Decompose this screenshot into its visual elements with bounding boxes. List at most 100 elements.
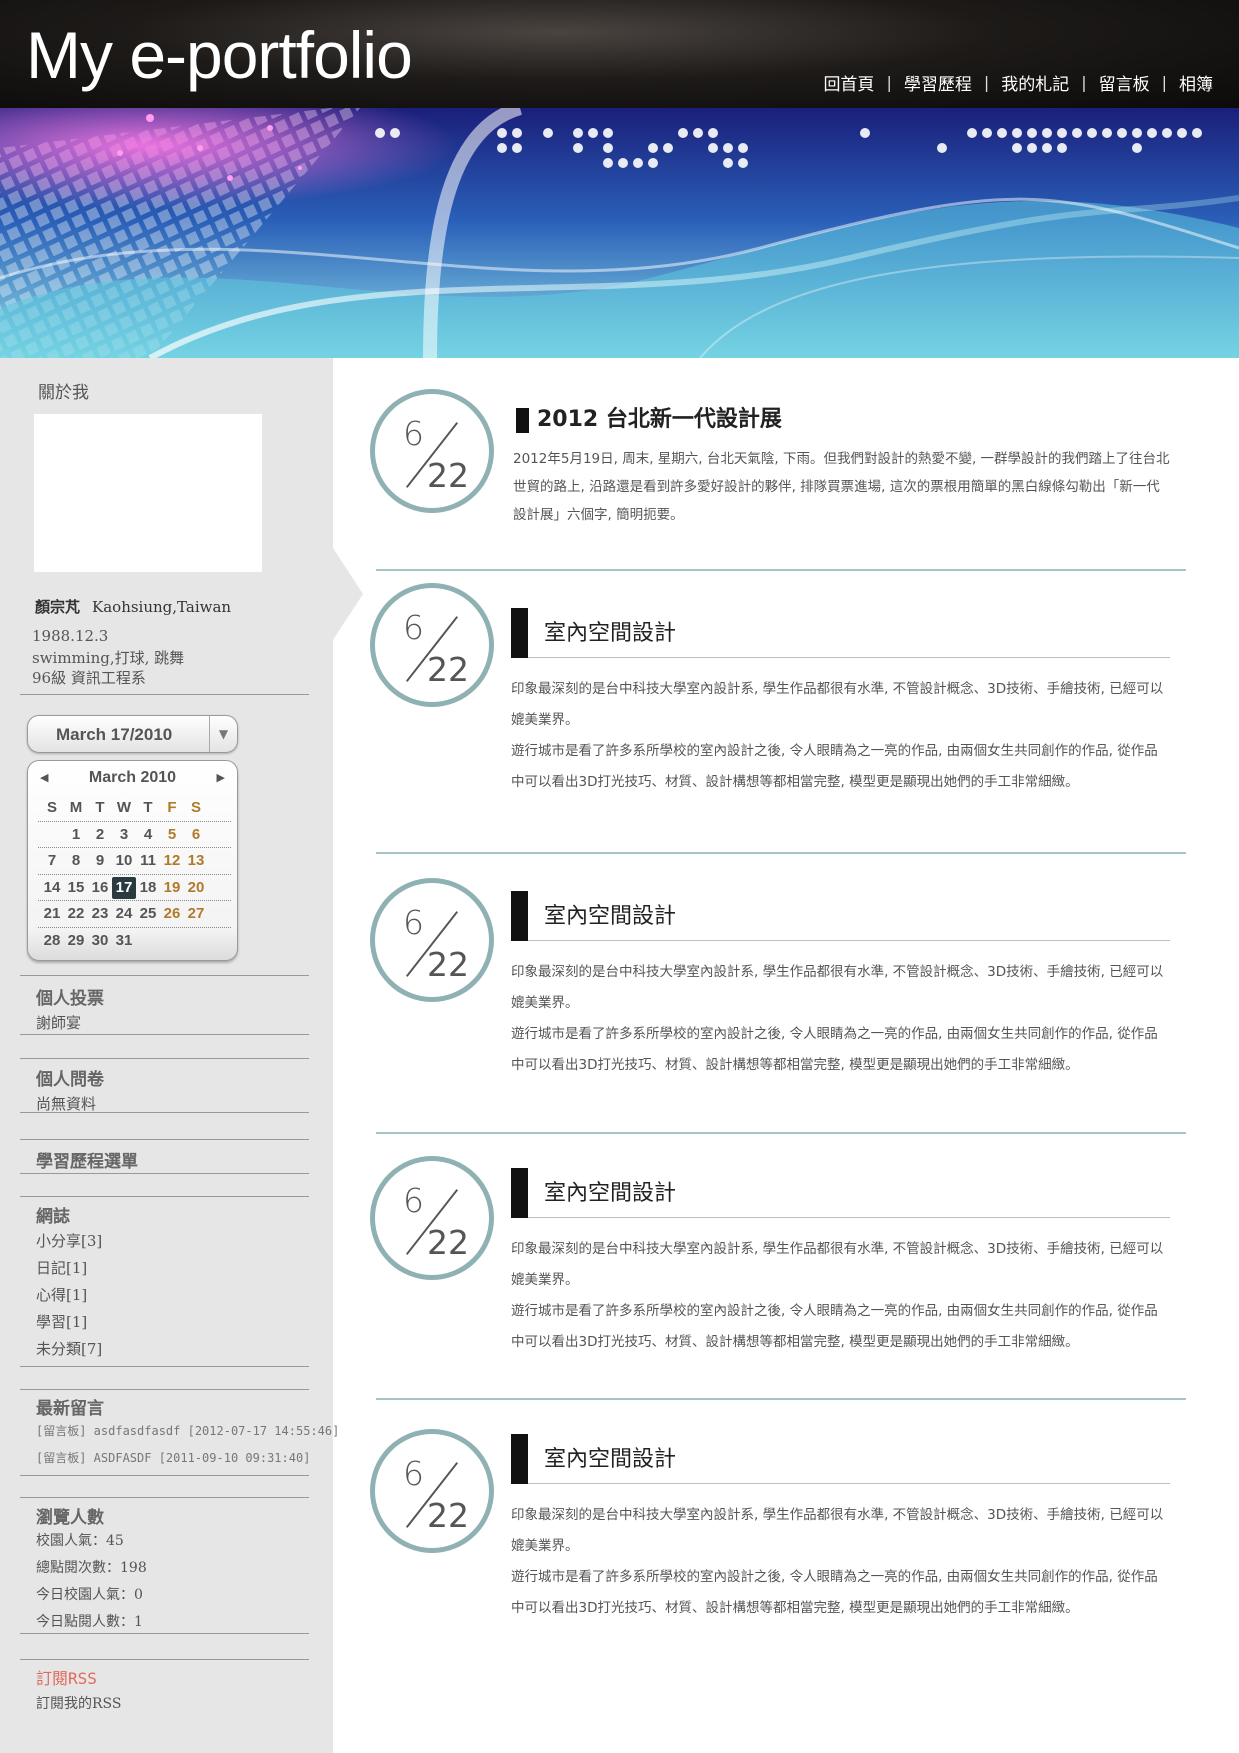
divider — [20, 1389, 309, 1390]
blog-heading: 網誌 — [36, 1207, 70, 1227]
calendar-day[interactable]: 18 — [136, 879, 160, 896]
post-date-badge: 6 22 — [370, 583, 494, 707]
calendar-day[interactable]: 2 — [88, 826, 112, 843]
divider — [20, 1058, 309, 1059]
calendar-day[interactable]: 15 — [64, 879, 88, 896]
calendar-day[interactable]: 6 — [184, 826, 208, 843]
post-paragraph: 印象最深刻的是台中科技大學室內設計系, 學生作品都很有水準, 不管設計概念、3D… — [511, 1241, 1164, 1288]
post-paragraph: 印象最深刻的是台中科技大學室內設計系, 學生作品都很有水準, 不管設計概念、3D… — [511, 1507, 1164, 1554]
calendar-day[interactable]: 24 — [112, 905, 136, 922]
message-link[interactable]: [留言板] ASDFASDF [2011-09-10 09:31:40] — [36, 1449, 310, 1466]
blog-category-link[interactable]: 心得[1] — [36, 1284, 87, 1305]
calendar-day[interactable]: 22 — [64, 905, 88, 922]
calendar-day[interactable]: 11 — [136, 852, 160, 869]
calendar-day[interactable]: 21 — [40, 905, 64, 922]
post-title[interactable]: 2012 台北新一代設計展 — [537, 401, 782, 433]
post-divider — [376, 1132, 1186, 1134]
latest-messages-heading: 最新留言 — [36, 1399, 104, 1419]
blog-category-link[interactable]: 學習[1] — [36, 1311, 87, 1332]
calendar-day[interactable]: 28 — [40, 932, 64, 949]
calendar-day[interactable]: 12 — [160, 852, 184, 869]
calendar-day[interactable]: 7 — [40, 852, 64, 869]
calendar-day[interactable]: 31 — [112, 932, 136, 949]
profile-photo — [34, 414, 262, 572]
calendar-day[interactable]: 26 — [160, 905, 184, 922]
calendar-date-select[interactable]: March 17/2010 ▼ — [27, 715, 238, 753]
post-title[interactable]: 室內空間設計 — [544, 1441, 676, 1473]
site-header: My e-portfolio 回首頁 | 學習歷程 | 我的札記 | 留言板 |… — [0, 0, 1239, 108]
nav-notes[interactable]: 我的札記 — [1001, 70, 1069, 95]
profile-birthday: 1988.12.3 — [32, 627, 109, 645]
survey-text: 尚無資料 — [36, 1095, 97, 1113]
post-paragraph: 遊行城市是看了許多系所學校的室內設計之後, 令人眼睛為之一亮的作品, 由兩個女生… — [511, 743, 1158, 790]
profile-name: 顏宗芃 — [35, 598, 81, 616]
vote-link[interactable]: 謝師宴 — [36, 1012, 81, 1033]
nav-album[interactable]: 相簿 — [1179, 70, 1213, 95]
post-title[interactable]: 室內空間設計 — [544, 615, 676, 647]
calendar-week-row: 21 22 23 24 25 26 27 — [38, 901, 231, 928]
post-date-badge: 6 22 — [370, 1429, 494, 1553]
post-title[interactable]: 室內空間設計 — [544, 1175, 676, 1207]
calendar-weekday: S — [190, 799, 201, 816]
stat-today-campus: 今日校園人氣：0 — [36, 1587, 143, 1603]
calendar-weekday: S — [46, 799, 57, 816]
learning-menu-heading[interactable]: 學習歷程選單 — [36, 1147, 138, 1172]
calendar-week-row: 14 15 16 17 18 19 20 — [38, 875, 231, 901]
calendar-day[interactable]: 14 — [40, 879, 64, 896]
nav-learning[interactable]: 學習歷程 — [904, 70, 972, 95]
calendar-day[interactable]: 3 — [112, 826, 136, 843]
sidebar-pointer — [333, 548, 363, 640]
calendar-day[interactable]: 20 — [184, 879, 208, 896]
calendar-day[interactable]: 9 — [88, 852, 112, 869]
calendar-day[interactable]: 19 — [160, 879, 184, 896]
calendar-day[interactable]: 8 — [64, 852, 88, 869]
nav-guestbook[interactable]: 留言板 — [1099, 70, 1150, 95]
header-banner — [0, 108, 1239, 358]
divider — [20, 1173, 309, 1174]
blog-category-link[interactable]: 未分類[7] — [36, 1338, 102, 1359]
post-title[interactable]: 室內空間設計 — [544, 898, 676, 930]
post-paragraph: 印象最深刻的是台中科技大學室內設計系, 學生作品都很有水準, 不管設計概念、3D… — [511, 964, 1164, 1011]
calendar: ◀ March 2010 ▶ S M T W T F S 1 2 3 4 5 6 7 8 9 10 11 12 13 1… — [27, 760, 238, 961]
calendar-day[interactable]: 23 — [88, 905, 112, 922]
post-paragraph: 遊行城市是看了許多系所學校的室內設計之後, 令人眼睛為之一亮的作品, 由兩個女生… — [511, 1026, 1158, 1073]
nav-home[interactable]: 回首頁 — [823, 70, 874, 95]
calendar-next-icon[interactable]: ▶ — [217, 771, 225, 784]
divider — [20, 1497, 309, 1498]
divider — [20, 1196, 309, 1197]
calendar-day[interactable]: 13 — [184, 852, 208, 869]
calendar-day[interactable]: 25 — [136, 905, 160, 922]
calendar-day[interactable]: 5 — [160, 826, 184, 843]
post-date-badge: 6 22 — [370, 389, 494, 513]
banner-art — [0, 108, 1239, 358]
post-divider — [376, 569, 1186, 571]
chevron-down-icon[interactable]: ▼ — [209, 716, 237, 752]
blog-category-link[interactable]: 小分享[3] — [36, 1230, 102, 1251]
rss-heading[interactable]: 訂閱RSS — [36, 1665, 97, 1689]
calendar-day[interactable]: 4 — [136, 826, 160, 843]
calendar-day[interactable]: 1 — [64, 826, 88, 843]
calendar-day[interactable]: 10 — [112, 852, 136, 869]
divider — [20, 1139, 309, 1140]
calendar-day[interactable]: 27 — [184, 905, 208, 922]
message-link[interactable]: [留言板] asdfasdfasdf [2012-07-17 14:55:46] — [36, 1422, 339, 1439]
site-title[interactable]: My e-portfolio — [26, 22, 413, 88]
rss-subscribe-link[interactable]: 訂閱我的RSS — [36, 1693, 121, 1713]
post-date-month: 6 — [403, 903, 424, 942]
stat-campus-popularity: 校園人氣：45 — [36, 1533, 124, 1549]
profile-hobbies: swimming,打球, 跳舞 — [32, 649, 185, 667]
calendar-day[interactable]: 30 — [88, 932, 112, 949]
post-date-day: 22 — [427, 1223, 469, 1262]
post-date-badge: 6 22 — [370, 878, 494, 1002]
calendar-day-today[interactable]: 17 — [112, 876, 136, 899]
post-date-month: 6 — [403, 608, 424, 647]
post-title-marker — [511, 608, 528, 658]
calendar-day[interactable]: 29 — [64, 932, 88, 949]
post-date-day: 22 — [427, 650, 469, 689]
post-body: 印象最深刻的是台中科技大學室內設計系, 學生作品都很有水準, 不管設計概念、3D… — [511, 1234, 1171, 1358]
post-body: 印象最深刻的是台中科技大學室內設計系, 學生作品都很有水準, 不管設計概念、3D… — [511, 674, 1171, 798]
divider — [20, 1112, 309, 1113]
calendar-day[interactable]: 16 — [88, 879, 112, 896]
blog-category-link[interactable]: 日記[1] — [36, 1257, 87, 1278]
divider — [20, 975, 309, 976]
